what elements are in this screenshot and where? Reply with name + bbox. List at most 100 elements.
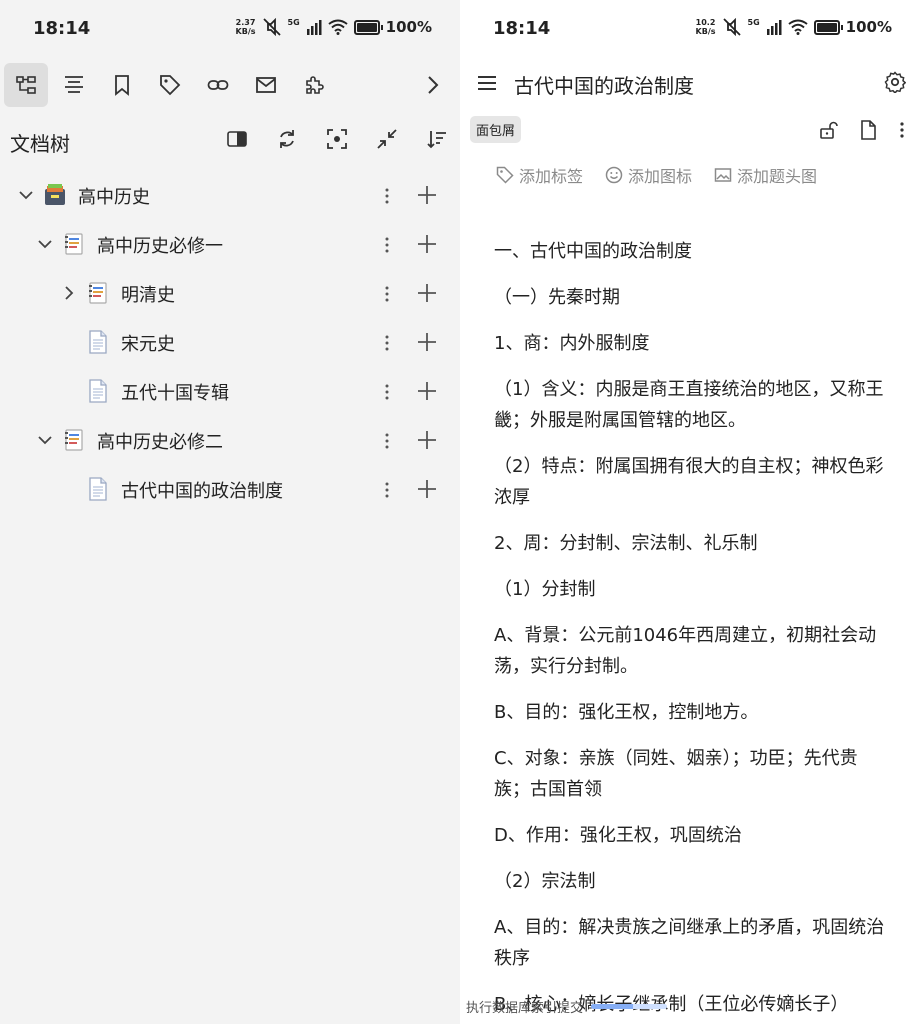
add-cover-button[interactable]: 添加题头图	[714, 163, 817, 187]
more-vertical-icon[interactable]	[384, 187, 390, 205]
network-speed: 10.2 KB/s	[695, 18, 716, 36]
wifi-icon	[788, 19, 808, 35]
content-paragraph: （2）宗法制	[494, 871, 596, 892]
tag-icon	[160, 75, 181, 96]
network-type: 5G	[747, 18, 760, 27]
content-paragraph: C、对象：亲族（同姓、姻亲）；功臣；先代贵族；古国首领	[494, 748, 858, 800]
tree-item[interactable]: 明清史	[0, 269, 460, 318]
tree-item[interactable]: 五代十国专辑	[0, 367, 460, 416]
more-vertical-icon[interactable]	[384, 236, 390, 254]
tag-icon	[496, 166, 514, 184]
more-vertical-icon[interactable]	[384, 432, 390, 450]
doc-meta-actions: 添加标签 添加图标 添加题头图	[496, 163, 817, 187]
multi-doc-icon	[63, 232, 85, 256]
doc-tree-tab[interactable]	[4, 63, 48, 107]
tree-header: 文档树	[0, 116, 460, 166]
add-icon[interactable]	[416, 429, 438, 451]
doc-icon	[87, 379, 109, 403]
menu-icon[interactable]	[476, 72, 498, 94]
status-time: 18:14	[493, 18, 551, 39]
focus-icon[interactable]	[326, 128, 348, 150]
mail-icon	[256, 77, 276, 93]
sidebar-toggle-icon[interactable]	[226, 128, 248, 150]
status-bar: 18:14 2.37 KB/s 5G 100%	[0, 0, 460, 60]
breadcrumb[interactable]: 面包屑	[470, 116, 522, 143]
multi-doc-icon	[63, 428, 85, 452]
more-vertical-icon[interactable]	[898, 120, 906, 140]
chevron-down-icon[interactable]	[37, 236, 53, 252]
chevron-right-icon[interactable]	[61, 285, 77, 301]
chevron-down-icon[interactable]	[37, 432, 53, 448]
add-icon-button[interactable]: 添加图标	[605, 163, 692, 187]
more-tabs-button[interactable]	[410, 63, 454, 107]
unlock-icon[interactable]	[818, 120, 838, 140]
image-icon	[714, 168, 732, 182]
tree-item[interactable]: 高中历史必修二	[0, 416, 460, 465]
content-paragraph: （1）含义：内服是商王直接统治的地区，又称王畿；外服是附属国管辖的地区。	[494, 379, 884, 431]
tag-tab[interactable]	[148, 63, 192, 107]
link-icon	[207, 80, 229, 90]
outline-icon	[65, 76, 83, 93]
add-tag-button[interactable]: 添加标签	[496, 163, 583, 187]
backlink-tab[interactable]	[196, 63, 240, 107]
add-icon[interactable]	[416, 478, 438, 500]
editor-top-bar: 古代中国的政治制度	[460, 60, 920, 106]
tree-item-label: 高中历史必修二	[97, 432, 223, 453]
add-icon[interactable]	[416, 233, 438, 255]
tree-item-label: 高中历史必修一	[97, 236, 223, 257]
tree-item[interactable]: 高中历史必修一	[0, 220, 460, 269]
tree-item-label: 明清史	[121, 285, 175, 306]
battery-icon	[353, 19, 383, 35]
refresh-icon[interactable]	[276, 128, 298, 150]
content-paragraph: D、作用：强化王权，巩固统治	[494, 825, 742, 846]
battery-icon	[813, 19, 843, 35]
collapse-icon[interactable]	[376, 128, 398, 150]
tree-title: 文档树	[10, 132, 70, 156]
add-icon[interactable]	[416, 331, 438, 353]
doc-tree-icon	[16, 76, 36, 94]
gear-icon[interactable]	[884, 71, 906, 93]
doc-content[interactable]: 一、古代中国的政治制度 （一）先秦时期 1、商：内外服制度 （1）含义：内服是商王直接…	[494, 236, 892, 1024]
network-type: 5G	[287, 18, 300, 27]
progress-bar	[591, 1004, 668, 1009]
doc-icon	[87, 330, 109, 354]
mute-icon	[722, 18, 741, 36]
content-paragraph: （一）先秦时期	[494, 287, 620, 308]
chevron-down-icon[interactable]	[18, 187, 34, 203]
add-icon[interactable]	[416, 184, 438, 206]
content-paragraph: A、背景：公元前1046年西周建立，初期社会动荡，实行分封制。	[494, 625, 877, 677]
bookmark-icon	[115, 75, 129, 96]
tree-header-actions	[226, 128, 448, 150]
tree-item[interactable]: 古代中国的政治制度	[0, 465, 460, 514]
battery-level: 100%	[845, 18, 892, 36]
more-vertical-icon[interactable]	[384, 285, 390, 303]
tree-item-label: 宋元史	[121, 334, 175, 355]
inbox-tab[interactable]	[244, 63, 288, 107]
more-vertical-icon[interactable]	[384, 481, 390, 499]
doc-icon	[87, 477, 109, 501]
tree-item-label: 五代十国专辑	[121, 383, 229, 404]
doc-tree: 高中历史高中历史必修一明清史宋元史五代十国专辑高中历史必修二古代中国的政治制度	[0, 171, 460, 514]
plugin-tab[interactable]	[292, 63, 336, 107]
chevron-right-icon	[428, 76, 439, 94]
signal-icon	[766, 20, 782, 35]
tree-item-label: 高中历史	[78, 187, 150, 208]
smile-icon	[605, 166, 623, 184]
content-paragraph: 2、周：分封制、宗法制、礼乐制	[494, 533, 758, 554]
more-vertical-icon[interactable]	[384, 334, 390, 352]
tree-item[interactable]: 高中历史	[0, 171, 460, 220]
dock-toolbar	[0, 60, 460, 110]
content-paragraph: （1）分封制	[494, 579, 596, 600]
tree-item[interactable]: 宋元史	[0, 318, 460, 367]
add-icon[interactable]	[416, 380, 438, 402]
sort-icon[interactable]	[426, 128, 448, 150]
network-speed: 2.37 KB/s	[235, 18, 256, 36]
document-icon[interactable]	[858, 120, 878, 140]
doc-tree-pane: 18:14 2.37 KB/s 5G 100% 文档树 高中历史 高中历史必修一…	[0, 0, 460, 1024]
outline-tab[interactable]	[52, 63, 96, 107]
add-icon[interactable]	[416, 282, 438, 304]
more-vertical-icon[interactable]	[384, 383, 390, 401]
bookmark-tab[interactable]	[100, 63, 144, 107]
status-indicators: 2.37 KB/s 5G 100%	[236, 18, 432, 36]
doc-title: 古代中国的政治制度	[514, 74, 694, 98]
